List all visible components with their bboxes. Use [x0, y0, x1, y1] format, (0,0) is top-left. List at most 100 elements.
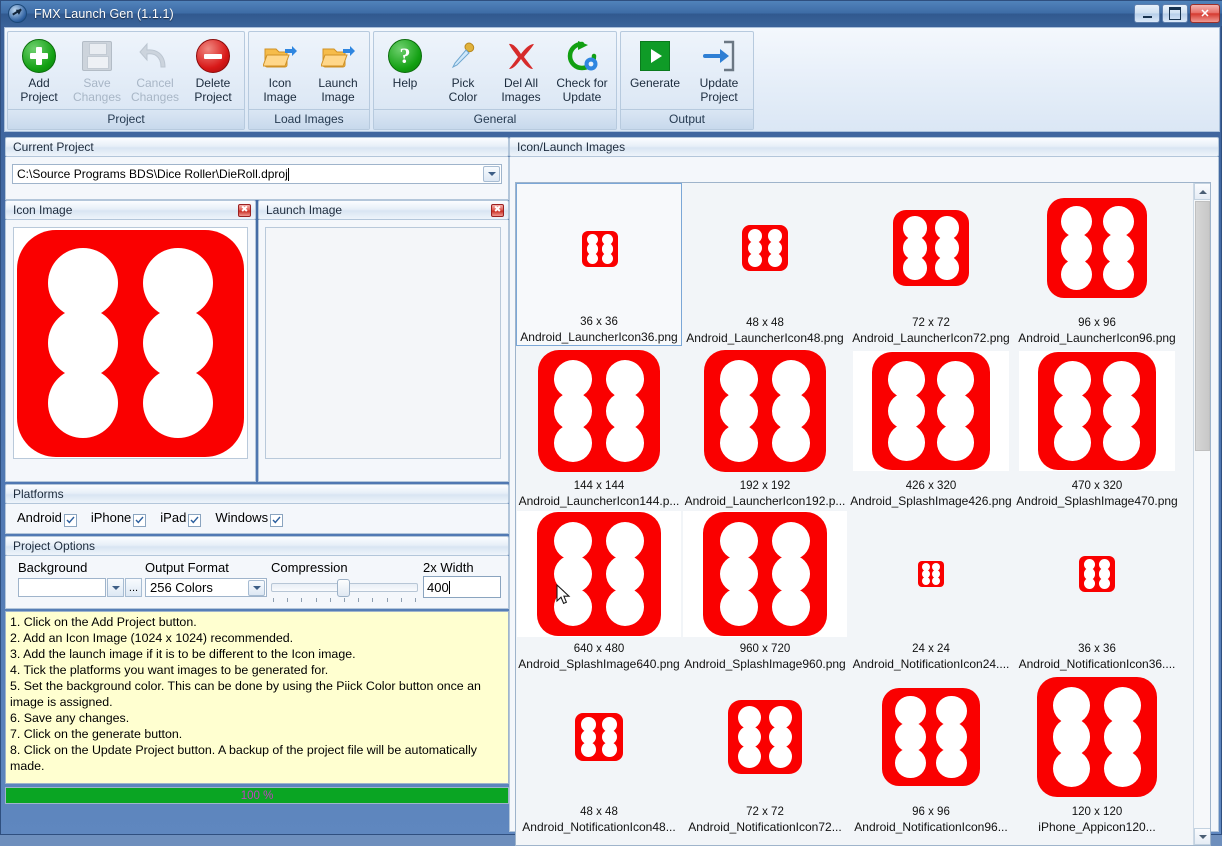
scroll-up-icon[interactable]	[1194, 183, 1210, 200]
gallery-item[interactable]: 96 x 96 Android_LauncherIcon96.png	[1014, 183, 1180, 346]
ribbon-group-project-label: Project	[8, 109, 244, 129]
gallery-item[interactable]: 24 x 24 Android_NotificationIcon24....	[848, 509, 1014, 672]
two-x-width-input[interactable]: 400	[423, 576, 501, 598]
platform-iphone-checkbox[interactable]	[133, 513, 147, 527]
gallery-item-dimensions: 640 x 480	[573, 643, 625, 655]
image-gallery[interactable]: 36 x 36 Android_LauncherIcon36.png 48 x 48…	[515, 182, 1211, 846]
gallery-item[interactable]: 36 x 36 Android_NotificationIcon36....	[1014, 509, 1180, 672]
delete-project-label-2: Project	[194, 90, 232, 104]
platform-iphone[interactable]: iPhone	[91, 510, 147, 527]
platform-windows-checkbox[interactable]	[270, 513, 284, 527]
icon-image-button[interactable]: Icon Image	[251, 34, 309, 109]
check-for-update-button[interactable]: Check for Update	[550, 34, 614, 109]
gallery-grid: 36 x 36 Android_LauncherIcon36.png 48 x 48…	[516, 183, 1192, 835]
gallery-item[interactable]: 72 x 72 Android_NotificationIcon72...	[682, 672, 848, 835]
close-icon[interactable]: ✖	[238, 203, 251, 217]
launch-image-label-2: Image	[321, 90, 355, 104]
gallery-item[interactable]: 48 x 48 Android_LauncherIcon48.png	[682, 183, 848, 346]
gallery-scrollbar[interactable]	[1193, 183, 1210, 845]
maximize-icon[interactable]	[1162, 4, 1188, 23]
gallery-item[interactable]: 960 x 720 Android_SplashImage960.png	[682, 509, 848, 672]
gallery-item-filename: Android_NotificationIcon72...	[688, 820, 842, 834]
background-color-swatch[interactable]	[18, 578, 106, 597]
close-icon[interactable]: ✖	[491, 203, 504, 217]
launch-image-title: Launch Image	[266, 203, 343, 217]
platform-ipad[interactable]: iPad	[160, 510, 202, 527]
gallery-item-thumbnail	[848, 672, 1014, 802]
gallery-item-filename: iPhone_Appicon120...	[1038, 820, 1156, 834]
gallery-item-dimensions: 470 x 320	[1071, 480, 1123, 492]
gallery-item[interactable]: 48 x 48 Android_NotificationIcon48...	[516, 672, 682, 835]
gallery-body: 36 x 36 Android_LauncherIcon36.png 48 x 48…	[509, 157, 1219, 846]
gallery-item[interactable]: 192 x 192 Android_LauncherIcon192.p...	[682, 346, 848, 509]
platform-ipad-checkbox[interactable]	[188, 513, 202, 527]
gallery-item[interactable]: 470 x 320 Android_SplashImage470.png	[1014, 346, 1180, 509]
instruction-line: 4. Tick the platforms you want images to…	[10, 663, 329, 677]
platform-android-checkbox[interactable]	[63, 513, 77, 527]
background-ellipsis-button[interactable]: ...	[125, 578, 142, 597]
launch-image-body	[258, 220, 509, 482]
output-format-combo[interactable]: 256 Colors	[145, 578, 267, 597]
gallery-item[interactable]: 120 x 120 iPhone_Appicon120...	[1014, 672, 1180, 835]
slider-ticks	[273, 598, 416, 602]
chevron-down-icon[interactable]	[248, 580, 265, 596]
add-project-button[interactable]: Add Project	[10, 34, 68, 109]
gallery-item-filename: Android_LauncherIcon96.png	[1018, 331, 1176, 345]
gallery-item-dimensions: 48 x 48	[746, 317, 784, 329]
gallery-item[interactable]: 640 x 480 Android_SplashImage640.png	[516, 509, 682, 672]
gallery-item-dimensions: 72 x 72	[912, 317, 950, 329]
gallery-item-thumbnail	[516, 509, 682, 639]
gallery-item-dimensions: 960 x 720	[739, 643, 791, 655]
save-changes-button[interactable]: Save Changes	[68, 34, 126, 109]
compression-label: Compression	[271, 560, 348, 575]
ribbon-group-project: AddProject SaveChanges CancelChanges	[7, 31, 245, 130]
icon-image-preview[interactable]	[13, 227, 248, 459]
help-button[interactable]: ? Help	[376, 34, 434, 109]
gallery-item[interactable]: 144 x 144 Android_LauncherIcon144.p...	[516, 346, 682, 509]
background-color-picker[interactable]: ...	[18, 578, 142, 597]
minimize-icon[interactable]	[1134, 4, 1160, 23]
delete-project-button[interactable]: Delete Project	[184, 34, 242, 109]
gallery-item[interactable]: 72 x 72 Android_LauncherIcon72.png	[848, 183, 1014, 346]
gallery-item-filename: Android_SplashImage640.png	[518, 657, 680, 671]
die-graphic	[742, 225, 788, 271]
undo-arrow-icon	[139, 39, 171, 73]
chevron-down-icon[interactable]	[107, 578, 124, 597]
instruction-line: 5. Set the background color. This can be…	[10, 679, 481, 709]
close-icon[interactable]: ✕	[1190, 4, 1220, 23]
import-arrow-icon	[702, 39, 736, 73]
scroll-down-icon[interactable]	[1194, 828, 1210, 845]
project-path-combo[interactable]: C:\Source Programs BDS\Dice Roller\DieRo…	[12, 164, 502, 184]
update-project-label-1: Update	[699, 76, 739, 90]
gallery-item-thumbnail	[517, 184, 683, 314]
gallery-item[interactable]: 426 x 320 Android_SplashImage426.png	[848, 346, 1014, 509]
project-options-title: Project Options	[13, 539, 96, 553]
gallery-item-filename: Android_LauncherIcon48.png	[686, 331, 844, 345]
gallery-item-dimensions: 36 x 36	[580, 316, 618, 328]
pick-color-button[interactable]: Pick Color	[434, 34, 492, 109]
platform-windows-label: Windows	[215, 510, 269, 526]
slider-thumb[interactable]	[337, 579, 350, 597]
current-project-body: C:\Source Programs BDS\Dice Roller\DieRo…	[5, 157, 509, 200]
cancel-changes-button[interactable]: Cancel Changes	[126, 34, 184, 109]
delete-circle-icon	[196, 39, 230, 73]
launch-image-button[interactable]: Launch Image	[309, 34, 367, 109]
die-graphic	[728, 700, 802, 774]
compression-slider[interactable]	[271, 577, 418, 602]
del-all-images-button[interactable]: Del All Images	[492, 34, 550, 109]
die-graphic	[582, 231, 618, 267]
gallery-item-thumbnail	[848, 183, 1014, 313]
launch-image-preview[interactable]	[265, 227, 501, 459]
platform-windows[interactable]: Windows	[215, 510, 284, 527]
folder-open-icon	[263, 39, 297, 73]
generate-button[interactable]: Generate	[623, 34, 687, 109]
platform-android[interactable]: Android	[17, 510, 77, 527]
gallery-item[interactable]: 96 x 96 Android_NotificationIcon96...	[848, 672, 1014, 835]
gallery-item[interactable]: 36 x 36 Android_LauncherIcon36.png	[516, 183, 682, 346]
die-graphic	[1047, 198, 1147, 298]
instruction-line: 7. Click on the generate button.	[10, 727, 183, 741]
gallery-item-dimensions: 48 x 48	[580, 806, 618, 818]
chevron-down-icon[interactable]	[483, 166, 500, 182]
update-project-button[interactable]: Update Project	[687, 34, 751, 109]
scrollbar-thumb[interactable]	[1195, 201, 1210, 451]
